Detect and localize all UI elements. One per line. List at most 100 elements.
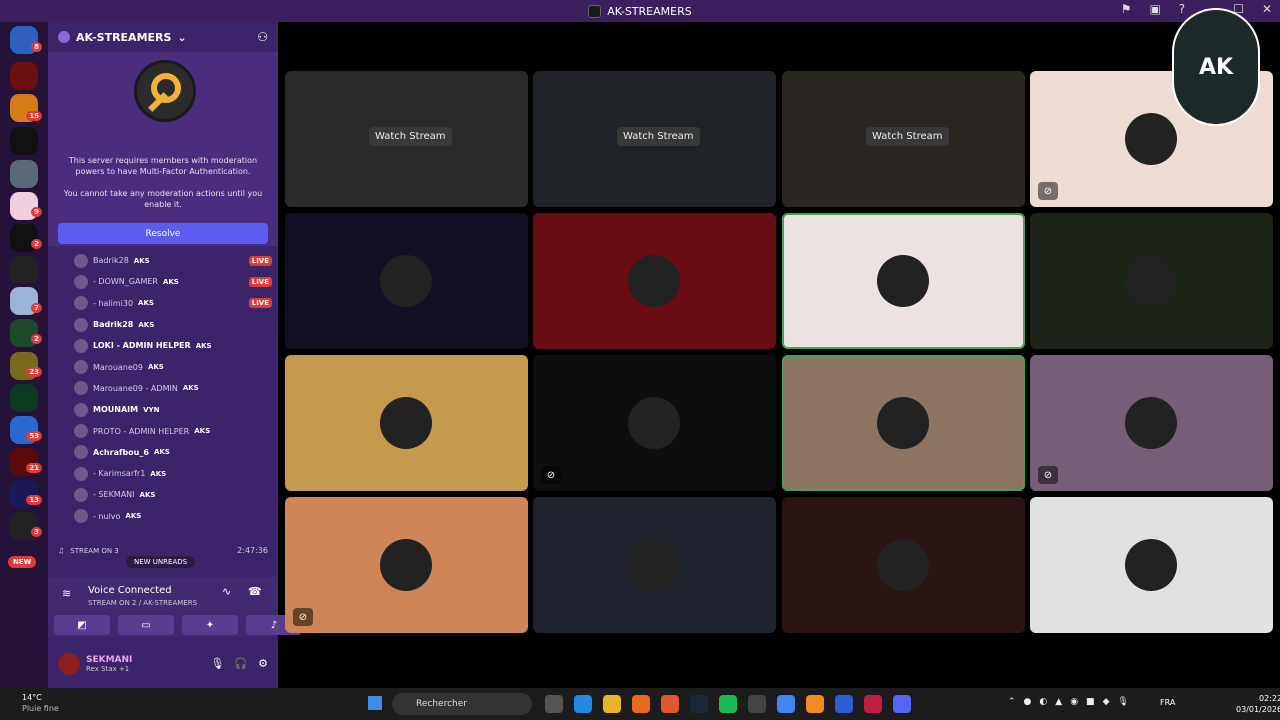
microphone-icon[interactable]: 🎙 — [210, 657, 224, 670]
participant-tile[interactable]: ⊘ — [533, 355, 776, 491]
spotify-icon[interactable] — [719, 695, 737, 713]
mfa-notice: This server requires members with modera… — [48, 52, 278, 246]
edge-icon[interactable] — [574, 695, 592, 713]
app-icon[interactable] — [806, 695, 824, 713]
voice-member[interactable]: Marouane09 - ADMIN AKS — [74, 378, 272, 399]
new-badge[interactable]: NEW — [8, 556, 37, 568]
tray-app-icon[interactable]: ■ — [1086, 697, 1095, 707]
chrome-icon[interactable] — [777, 695, 795, 713]
server-badge: 3 — [31, 527, 42, 537]
app-icon[interactable] — [835, 695, 853, 713]
voice-member[interactable]: - halimi30 AKS LIVE — [74, 293, 272, 314]
brave-icon[interactable] — [661, 695, 679, 713]
participant-tile[interactable]: ⊘ — [1030, 355, 1273, 491]
server-header[interactable]: AK-STREAMERS ⌄ ⚇ — [48, 22, 278, 52]
voice-member[interactable]: Badrik28 AKS — [74, 314, 272, 335]
server-icon[interactable] — [10, 127, 38, 155]
close-icon[interactable]: ✕ — [1262, 2, 1272, 16]
watch-stream-button[interactable]: Watch Stream — [617, 127, 700, 146]
participant-tile[interactable] — [285, 355, 528, 491]
ak-streamers-logo: AK — [1172, 8, 1260, 126]
server-icon[interactable] — [10, 160, 38, 188]
voice-member[interactable]: MOUNAIM VYN — [74, 399, 272, 420]
new-unreads-button[interactable]: NEW UNREADS — [126, 556, 196, 568]
signal-icon[interactable]: ≋ — [62, 587, 71, 600]
voice-member[interactable]: - nulvo AKS — [74, 506, 272, 527]
activities-button[interactable]: ✦ — [182, 615, 238, 635]
server-badge: 9 — [31, 207, 42, 217]
participant-tile[interactable]: ⊘ — [285, 497, 528, 633]
inbox-icon[interactable]: ⚑ — [1121, 2, 1132, 16]
tray-chevron-up-icon[interactable]: ⌃ — [1008, 697, 1016, 707]
camera-button[interactable]: ◩ — [54, 615, 110, 635]
tray-app-icon[interactable]: ◆ — [1103, 697, 1110, 707]
stream-tile[interactable]: Watch Stream — [782, 71, 1025, 207]
participant-tile[interactable] — [782, 355, 1025, 491]
server-badge: 21 — [26, 463, 42, 473]
avatar[interactable] — [58, 652, 80, 675]
taskbar: 14°C Pluie fine Rechercher ⌃ ● ◐ ▲ ◉ ■ ◆… — [0, 688, 1280, 720]
participant-tile[interactable] — [533, 497, 776, 633]
user-panel: SEKMANI Rex Stax +1 🎙 🎧 ⚙ — [48, 639, 278, 688]
task-view-icon[interactable] — [545, 695, 563, 713]
noise-suppression-icon[interactable]: ∿ — [222, 585, 231, 598]
stream-tile[interactable]: Watch Stream — [285, 71, 528, 207]
tray-app-icon[interactable]: ● — [1024, 697, 1032, 707]
watch-stream-button[interactable]: Watch Stream — [369, 127, 452, 146]
steam-icon[interactable] — [690, 695, 708, 713]
participant-tile[interactable] — [533, 213, 776, 349]
avatar — [74, 445, 88, 460]
language-indicator[interactable]: FRA — [1160, 698, 1175, 707]
steam-tray-icon[interactable]: ◉ — [1070, 697, 1078, 707]
voice-member[interactable]: Achrafbou_6 AKS — [74, 442, 272, 463]
avatar — [74, 253, 88, 268]
pinned-apps — [545, 695, 911, 713]
avatar — [74, 360, 88, 375]
participant-tile[interactable] — [782, 213, 1025, 349]
stream-tile[interactable]: Watch Stream — [533, 71, 776, 207]
file-explorer-icon[interactable] — [603, 695, 621, 713]
voice-member[interactable]: PROTO - ADMIN HELPER AKS — [74, 420, 272, 441]
participant-tile[interactable] — [1030, 213, 1273, 349]
discord-icon[interactable] — [893, 695, 911, 713]
headphones-icon[interactable]: 🎧 — [234, 657, 248, 670]
server-icon[interactable] — [10, 384, 38, 412]
invite-people-icon[interactable]: ⚇ — [257, 30, 268, 44]
screen-share-button[interactable]: ▭ — [118, 615, 174, 635]
server-icon[interactable] — [10, 256, 38, 284]
volume-icon: ♫ — [58, 546, 65, 555]
avatar — [1125, 113, 1177, 165]
voice-channel-stream-on-3[interactable]: ♫ STREAM ON 3 2:47:36 — [58, 546, 268, 555]
title-bar: AK-STREAMERS ⚑ ▣ ? — ☐ ✕ — [0, 0, 1280, 22]
start-icon[interactable] — [368, 696, 382, 710]
monitor-icon[interactable]: ▣ — [1149, 2, 1160, 16]
voice-member[interactable]: Marouane09 AKS — [74, 356, 272, 377]
participant-tile[interactable] — [782, 497, 1025, 633]
server-badge: 7 — [31, 303, 42, 313]
tray-app-icon[interactable]: ▲ — [1055, 697, 1062, 707]
app-icon[interactable] — [864, 695, 882, 713]
participant-tile[interactable] — [1030, 497, 1273, 633]
voice-member[interactable]: LOKI - ADMIN HELPER AKS — [74, 335, 272, 356]
resolve-button[interactable]: Resolve — [58, 223, 268, 244]
search-input[interactable]: Rechercher — [392, 693, 532, 715]
participant-tile[interactable] — [285, 213, 528, 349]
voice-member[interactable]: - SEKMANI AKS — [74, 484, 272, 505]
avatar — [74, 274, 88, 289]
tray-app-icon[interactable]: ◐ — [1039, 697, 1047, 707]
disconnect-icon[interactable]: ☎ — [248, 585, 262, 598]
voice-status-subtitle[interactable]: STREAM ON 2 / AK-STREAMERS — [88, 599, 197, 607]
watch-stream-button[interactable]: Watch Stream — [866, 127, 949, 146]
voice-member[interactable]: - Karimsarfr1 AKS — [74, 463, 272, 484]
microphone-tray-icon[interactable]: 🎙 — [1117, 697, 1128, 707]
voice-member[interactable]: Badrik28 AKS LIVE — [74, 250, 272, 271]
firefox-icon[interactable] — [632, 695, 650, 713]
help-icon[interactable]: ? — [1179, 2, 1185, 16]
weather-widget[interactable]: 14°C Pluie fine — [22, 692, 59, 714]
server-guild-icon — [58, 31, 70, 43]
server-icon[interactable] — [10, 62, 38, 90]
clock[interactable]: 02:22 03/01/2026 — [1236, 693, 1280, 715]
settings-gear-icon[interactable]: ⚙ — [258, 657, 268, 670]
app-icon[interactable] — [748, 695, 766, 713]
voice-member[interactable]: - DOWN_GAMER AKS LIVE — [74, 271, 272, 292]
